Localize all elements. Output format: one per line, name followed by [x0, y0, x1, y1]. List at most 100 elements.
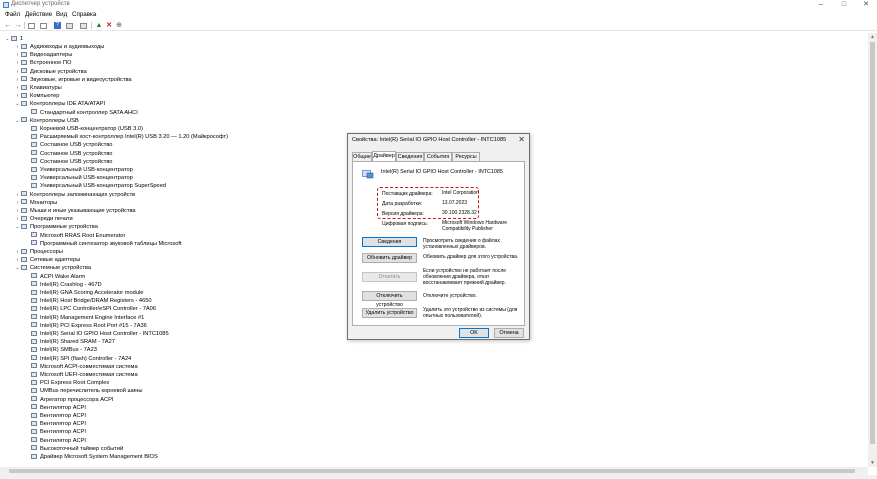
- disable-device-button[interactable]: Отключить устройство: [362, 291, 417, 308]
- scan-hardware-icon[interactable]: [80, 22, 87, 29]
- tree-category[interactable]: › Сетевые адаптеры: [14, 256, 80, 264]
- tree-item[interactable]: Расширяемый хост-контроллер Intel(R) USB…: [24, 133, 228, 141]
- tree-item[interactable]: Microsoft ACPI-совместимая система: [24, 363, 138, 371]
- tree-item[interactable]: Вентилятор ACPI: [24, 412, 86, 420]
- tree-item[interactable]: Универсальный USB-концентратор: [24, 166, 133, 174]
- menu-help[interactable]: Справка: [72, 11, 96, 18]
- chevron-right-icon[interactable]: ›: [14, 59, 21, 67]
- cancel-button[interactable]: Отмена: [494, 328, 524, 338]
- tree-category[interactable]: › Звуковые, игровые и видеоустройства: [14, 76, 132, 84]
- hscroll-thumb[interactable]: [9, 469, 855, 473]
- chevron-right-icon[interactable]: ›: [14, 256, 21, 264]
- tree-item[interactable]: Составное USB устройство: [24, 158, 112, 166]
- menu-view[interactable]: Вид: [56, 11, 67, 18]
- rollback-driver-button[interactable]: Откатить: [362, 272, 417, 282]
- tree-item[interactable]: Программный синтезатор звуковой таблицы …: [24, 240, 182, 248]
- tree-item[interactable]: Intel(R) SPI (flash) Controller - 7A24: [24, 355, 131, 363]
- tree-item[interactable]: Intel(R) Crashlog - 467D: [24, 281, 102, 289]
- chevron-down-icon[interactable]: ⌄: [14, 100, 21, 108]
- forward-arrow-icon[interactable]: →: [14, 22, 22, 29]
- scroll-up-icon[interactable]: ▲: [870, 34, 875, 40]
- chevron-down-icon[interactable]: ⌄: [14, 223, 21, 231]
- chevron-right-icon[interactable]: ›: [14, 215, 21, 223]
- tree-category[interactable]: › Встроенное ПО: [14, 59, 71, 67]
- tree-item[interactable]: Intel(R) Host Bridge/DRAM Registers - 46…: [24, 297, 152, 305]
- chevron-right-icon[interactable]: ›: [14, 68, 21, 76]
- tree-item[interactable]: Высокоточный таймер событий: [24, 445, 123, 453]
- tree-item[interactable]: PCI Express Root Complex: [24, 379, 109, 387]
- tree-item[interactable]: UMBus перечислитель корневой шины: [24, 387, 143, 395]
- download-icon[interactable]: ⊕: [115, 22, 123, 29]
- tree-item[interactable]: Intel(R) GNA Scoring Accelerator module: [24, 289, 143, 297]
- dialog-close-button[interactable]: ✕: [518, 135, 525, 144]
- chevron-right-icon[interactable]: ›: [14, 199, 21, 207]
- tree-category[interactable]: › Мониторы: [14, 199, 57, 207]
- chevron-right-icon[interactable]: ›: [14, 51, 21, 59]
- driver-details-button[interactable]: Сведения: [362, 237, 417, 247]
- tree-item[interactable]: ACPI Wake Alarm: [24, 273, 85, 281]
- tree-item[interactable]: Intel(R) Shared SRAM - 7A27: [24, 338, 115, 346]
- vertical-scrollbar[interactable]: ▲ ▼: [868, 33, 877, 467]
- scroll-down-icon[interactable]: ▼: [870, 460, 875, 466]
- tree-item[interactable]: Составное USB устройство: [24, 150, 112, 158]
- tree-category[interactable]: › Клавиатуры: [14, 84, 62, 92]
- tree-category[interactable]: ⌄ Программные устройства: [14, 223, 98, 231]
- tree-category[interactable]: › Мыши и иные указывающие устройства: [14, 207, 136, 215]
- view-icon[interactable]: [40, 22, 47, 29]
- tree-category[interactable]: › Компьютер: [14, 92, 59, 100]
- chevron-right-icon[interactable]: ›: [14, 248, 21, 256]
- tree-root[interactable]: ⌄ 1: [4, 35, 23, 43]
- tree-item[interactable]: Универсальный USB-концентратор: [24, 174, 133, 182]
- tree-category[interactable]: › Процессоры: [14, 248, 63, 256]
- chevron-right-icon[interactable]: ›: [14, 43, 21, 51]
- tree-item[interactable]: Intel(R) Serial IO GPIO Host Controller …: [24, 330, 169, 338]
- menu-file[interactable]: Файл: [5, 11, 20, 18]
- tree-category[interactable]: › Дисковые устройства: [14, 68, 87, 76]
- properties-icon[interactable]: [28, 22, 35, 29]
- back-arrow-icon[interactable]: ←: [4, 22, 12, 29]
- chevron-down-icon[interactable]: ⌄: [14, 117, 21, 125]
- chevron-right-icon[interactable]: ›: [14, 191, 21, 199]
- chevron-down-icon[interactable]: ⌄: [4, 35, 11, 43]
- update-driver-button[interactable]: Обновить драйвер: [362, 253, 417, 263]
- tree-item[interactable]: Драйвер Microsoft System Management BIOS: [24, 453, 158, 461]
- tree-item[interactable]: Стандартный контроллер SATA AHCI: [24, 109, 138, 117]
- tree-category[interactable]: › Видеоадаптеры: [14, 51, 72, 59]
- chevron-right-icon[interactable]: ›: [14, 84, 21, 92]
- chevron-right-icon[interactable]: ›: [14, 76, 21, 84]
- uninstall-icon[interactable]: ✕: [105, 22, 113, 29]
- tree-category[interactable]: › Очереди печати: [14, 215, 73, 223]
- tree-item[interactable]: Вентилятор ACPI: [24, 420, 86, 428]
- chevron-right-icon[interactable]: ›: [14, 207, 21, 215]
- tab-details[interactable]: Сведения: [396, 152, 424, 161]
- scroll-thumb[interactable]: [870, 42, 875, 444]
- tree-item[interactable]: Универсальный USB-концентратор SuperSpee…: [24, 182, 166, 190]
- tab-general[interactable]: Общие: [352, 152, 372, 161]
- update-driver-icon[interactable]: ▲: [95, 22, 103, 29]
- tab-driver[interactable]: Драйвер: [372, 151, 396, 161]
- tree-item[interactable]: Intel(R) Management Engine Interface #1: [24, 314, 144, 322]
- tree-item[interactable]: Microsoft UEFI-совместимая система: [24, 371, 138, 379]
- maximize-button[interactable]: □: [833, 0, 855, 10]
- tree-category[interactable]: › Контроллеры запоминающих устройств: [14, 191, 135, 199]
- uninstall-device-button[interactable]: Удалить устройство: [362, 308, 417, 318]
- monitor-icon[interactable]: [66, 22, 73, 29]
- help-icon[interactable]: ?: [54, 22, 61, 29]
- menu-action[interactable]: Действие: [25, 11, 52, 18]
- tree-category[interactable]: ⌄ Системные устройства: [14, 264, 91, 272]
- tree-item[interactable]: Агрегатор процессора ACPI: [24, 396, 114, 404]
- tree-category[interactable]: › Аудиовходы и аудиовыходы: [14, 43, 104, 51]
- tab-resources[interactable]: Ресурсы: [452, 152, 480, 161]
- tree-item[interactable]: Intel(R) PCI Express Root Port #15 - 7A3…: [24, 322, 147, 330]
- tree-item[interactable]: Вентилятор ACPI: [24, 428, 86, 436]
- tree-category[interactable]: ⌄ Контроллеры IDE ATA/ATAPI: [14, 100, 105, 108]
- tree-item[interactable]: Корневой USB-концентратор (USB 3.0): [24, 125, 143, 133]
- chevron-down-icon[interactable]: ⌄: [14, 264, 21, 272]
- tree-item[interactable]: Вентилятор ACPI: [24, 404, 86, 412]
- tree-category[interactable]: ⌄ Контроллеры USB: [14, 117, 79, 125]
- tab-events[interactable]: События: [424, 152, 452, 161]
- chevron-right-icon[interactable]: ›: [14, 92, 21, 100]
- tree-item[interactable]: Составное USB устройство: [24, 141, 112, 149]
- tree-item[interactable]: Microsoft RRAS Root Enumerator: [24, 232, 125, 240]
- tree-item[interactable]: Intel(R) SMBus - 7A23: [24, 346, 97, 354]
